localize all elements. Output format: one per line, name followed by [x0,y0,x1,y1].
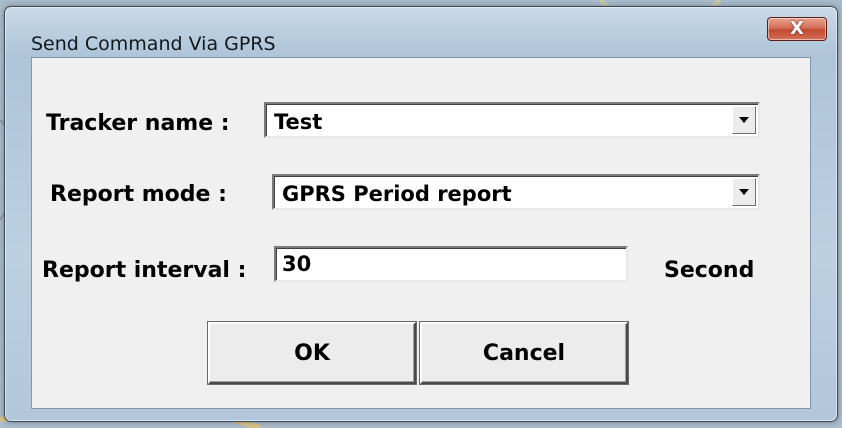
window-title: Send Command Via GPRS [31,33,276,55]
report-mode-value: GPRS Period report [282,182,512,206]
tracker-name-dropdown-button[interactable] [732,106,756,134]
report-mode-label: Report mode : [50,182,227,207]
tracker-name-label: Tracker name : [46,111,230,136]
report-interval-unit: Second [664,258,755,283]
cancel-button[interactable]: Cancel [420,322,628,384]
title-bar[interactable]: Send Command Via GPRS X [5,7,837,55]
chevron-down-icon [739,189,749,195]
report-mode-dropdown[interactable]: GPRS Period report [272,174,760,210]
report-mode-dropdown-button[interactable] [732,178,756,206]
report-interval-label: Report interval : [42,258,247,283]
report-interval-input[interactable] [274,246,628,282]
close-icon: X [790,18,804,39]
tracker-name-dropdown[interactable]: Test [264,102,760,138]
ok-button[interactable]: OK [208,322,416,384]
dialog-window: Send Command Via GPRS X Tracker name : T… [4,6,838,422]
dialog-client-area: Tracker name : Test Report mode : GPRS P… [31,57,811,409]
chevron-down-icon [739,117,749,123]
tracker-name-value: Test [274,110,323,134]
close-button[interactable]: X [767,17,827,41]
